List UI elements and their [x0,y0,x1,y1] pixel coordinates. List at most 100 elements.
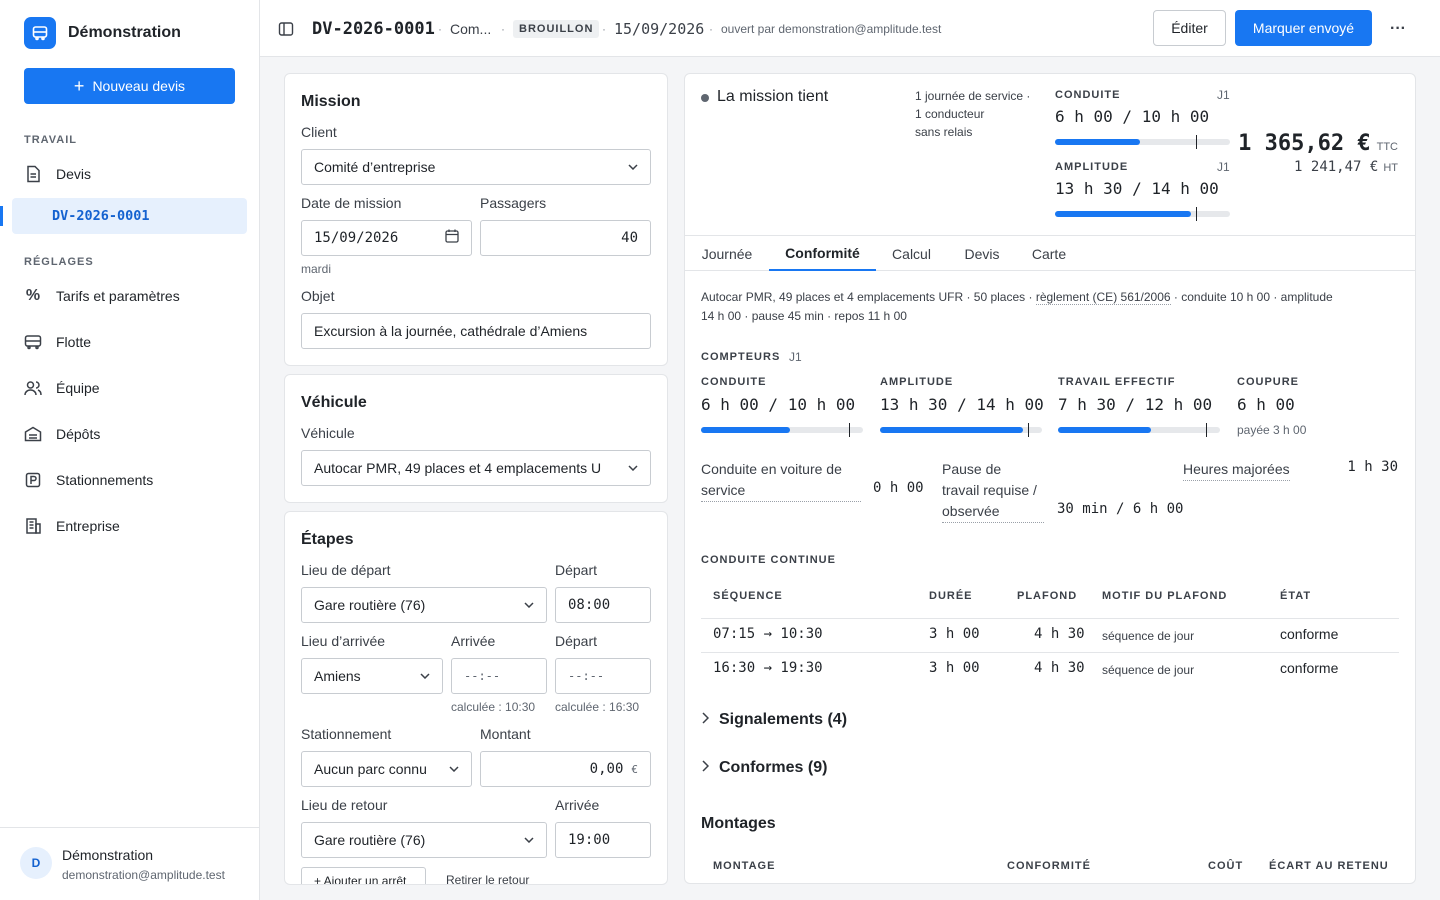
building-icon [24,517,42,535]
table-header-sequence: SÉQUENCE [713,590,783,602]
montages-header-conformity: CONFORMITÉ [1007,860,1091,872]
sidebar-item-label: Tarifs et paramètres [56,288,180,304]
user-panel[interactable]: D Démonstration demonstration@amplitude.… [0,827,259,900]
service-details: 1 journée de service · 1 conducteur sans… [915,87,1030,141]
status-badge: BROUILLON [513,19,600,38]
intro-text: 14 h 00 · pause 45 min · repos 11 h 00 [701,309,907,323]
label-line: travail requise / [942,482,1037,498]
signals-toggle[interactable]: Signalements (4) [701,711,847,729]
arrival-time-label: Arrivée [451,633,496,649]
departure-time-input[interactable]: 08:00 [555,587,651,623]
edit-button[interactable]: Éditer [1153,10,1226,46]
departure-place-value: Gare routière (76) [314,597,426,613]
counter-conduite-bar [701,423,863,437]
sidebar-item-devis[interactable]: Devis [12,156,247,192]
sidebar-item-label: Entreprise [56,518,120,534]
compliant-toggle[interactable]: Conformes (9) [701,759,827,777]
add-stop-button[interactable]: + Ajouter un arrêt [301,867,426,884]
new-quote-label: Nouveau devis [92,78,186,94]
percent-icon: % [25,287,41,304]
price-ht-value: 1 241,47 € [1294,159,1379,175]
arrival-place-value: Amiens [314,668,361,684]
users-icon [24,379,42,397]
arrival-calculated: calculée : 10:30 [451,700,536,714]
amount-input[interactable]: 0,00 € [480,751,651,787]
counter-conduite-value: 6 h 00 / 10 h 00 [701,395,856,414]
limit-tick [1028,423,1029,437]
section-label-settings: RÉGLAGES [24,256,94,268]
tab-devis[interactable]: Devis [947,236,1017,271]
vehicle-value: Autocar PMR, 49 places et 4 emplacements… [314,460,602,476]
sidebar-toggle-icon[interactable] [278,0,294,57]
counter-coupure-label: COUPURE [1237,376,1300,388]
calendar-icon[interactable] [445,229,459,247]
tab-journee[interactable]: Journée [685,236,769,271]
mark-sent-button[interactable]: Marquer envoyé [1235,10,1372,46]
new-quote-button[interactable]: + Nouveau devis [24,68,235,104]
sidebar-item-depots[interactable]: Dépôts [12,416,247,452]
separator: · [438,21,442,36]
sidebar-item-entreprise[interactable]: Entreprise [12,508,247,544]
return-time-input[interactable]: 19:00 [555,822,651,858]
document-icon [24,165,42,183]
departure-place-select[interactable]: Gare routière (76) [301,587,547,623]
status-text: La mission tient [717,88,829,105]
mission-title: Mission [301,93,361,110]
chevron-down-icon [524,835,534,845]
separator: · [709,21,713,36]
remove-return-link[interactable]: Retirer le retour [446,873,529,884]
summary-conduite-day: J1 [1217,88,1230,102]
tab-conformite[interactable]: Conformité [769,236,876,271]
sidebar-item-flotte[interactable]: Flotte [12,324,247,360]
date-input[interactable]: 15/09/2026 [301,220,472,256]
counter-travail-fill [1058,427,1151,433]
object-input[interactable]: Excursion à la journée, cathédrale d’Ami… [301,313,651,349]
amount-label: Montant [480,726,531,742]
regulation-link[interactable]: règlement (CE) 561/2006 [1035,290,1171,305]
arrival-time-input[interactable]: --:-- [451,658,547,694]
limit-tick [1196,207,1197,221]
row-divider [701,618,1399,619]
counter-conduite-label: CONDUITE [701,376,767,388]
vehicle-card: Véhicule Véhicule Autocar PMR, 49 places… [284,374,668,503]
steps-title: Étapes [301,531,354,548]
summary-conduite-fill [1055,139,1140,145]
vehicle-select[interactable]: Autocar PMR, 49 places et 4 emplacements… [301,450,651,486]
table-cell-reason: séquence de jour [1102,629,1195,643]
return-place-select[interactable]: Gare routière (76) [301,822,547,858]
status-badge-wrap: BROUILLON [513,0,600,57]
chevron-down-icon [524,600,534,610]
depart2-calculated: calculée : 16:30 [555,700,640,714]
sidebar-item-tarifs[interactable]: % Tarifs et paramètres [12,278,247,314]
tab-carte[interactable]: Carte [1017,236,1081,271]
sidebar-item-current-quote[interactable]: DV-2026-0001 [12,198,247,234]
bus-icon [24,333,42,351]
depart2-time-input[interactable]: --:-- [555,658,651,694]
tab-calcul[interactable]: Calcul [876,236,947,271]
tab-bar: Journée Conformité Calcul Devis Carte [685,235,1415,271]
label-line: service [701,480,861,502]
counters-day: J1 [789,350,802,364]
sidebar-item-equipe[interactable]: Équipe [12,370,247,406]
parking-select[interactable]: Aucun parc connu [301,751,472,787]
summary-amplitude-fill [1055,211,1191,217]
conformity-intro: Autocar PMR, 49 places et 4 emplacements… [701,288,1401,326]
table-cell-duration: 3 h 00 [929,660,980,676]
sidebar-item-stationnements[interactable]: Stationnements [12,462,247,498]
passengers-label: Passagers [480,195,547,211]
status-dot [701,94,709,102]
counters-label: COMPTEURS [701,351,781,363]
arrival-place-select[interactable]: Amiens [301,658,443,694]
depart2-time-label: Départ [555,633,598,649]
date-value: 15/09/2026 [314,230,399,246]
client-select[interactable]: Comité d’entreprise [301,149,651,185]
limit-tick [1196,135,1197,149]
chevron-down-icon [420,671,430,681]
plus-icon: + [73,76,85,96]
price-ht-unit: HT [1383,162,1398,174]
table-cell-state: conforme [1280,626,1339,642]
separator: · [602,21,606,36]
return-place-value: Gare routière (76) [314,832,426,848]
passengers-input[interactable]: 40 [480,220,651,256]
more-options-icon[interactable]: ··· [1390,0,1406,57]
